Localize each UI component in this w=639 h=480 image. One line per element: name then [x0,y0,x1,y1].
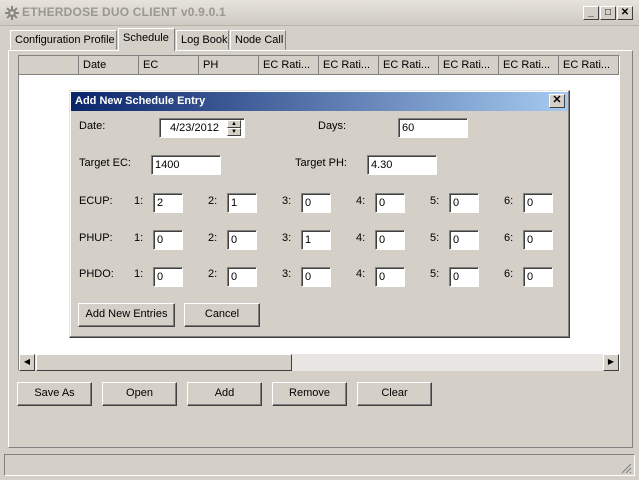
pump-number-label: 2: [208,232,218,244]
phdo-pump-1-input[interactable]: 0 [153,267,183,287]
pump-number-label: 1: [134,195,144,207]
pump-number-label: 3: [282,268,292,280]
clear-button[interactable]: Clear [357,382,432,406]
add-new-entries-button[interactable]: Add New Entries [78,303,175,327]
minimize-button[interactable]: _ [583,6,599,20]
phup-pump-2-input[interactable]: 0 [227,230,257,250]
gear-icon [5,6,19,20]
phdo-pump-5-input[interactable]: 0 [449,267,479,287]
ecup-pump-4-input[interactable]: 0 [375,193,405,213]
pump-number-label: 5: [430,195,440,207]
days-label: Days: [318,120,347,132]
phup-pump-1-input[interactable]: 0 [153,230,183,250]
status-bar [4,454,635,476]
pump-number-label: 3: [282,195,292,207]
tab-schedule[interactable]: Schedule [118,28,175,51]
ecup-pump-2-input[interactable]: 1 [227,193,257,213]
grid-column-date[interactable]: Date [79,56,139,75]
pump-number-label: 4: [356,268,366,280]
close-button[interactable]: ✕ [617,6,633,20]
ecup-pump-5-input[interactable]: 0 [449,193,479,213]
window-title: ETHERDOSE DUO CLIENT v0.9.0.1 [22,5,226,19]
add-button[interactable]: Add [187,382,262,406]
phup-pump-3-input[interactable]: 1 [301,230,331,250]
tab-configuration-profile[interactable]: Configuration Profile [10,30,117,50]
date-spinner[interactable]: ▲ ▼ [227,120,243,137]
ecup-label: ECUP: [79,195,113,207]
scrollbar-thumb[interactable] [36,354,292,371]
phdo-label: PHDO: [79,268,114,280]
grid-column-ph[interactable]: PH [199,56,259,75]
dialog-close-button[interactable]: ✕ [549,94,565,108]
dialog-title: Add New Schedule Entry [75,95,206,107]
scroll-left-button[interactable]: ◀ [19,354,35,371]
target-ph-label: Target PH: [295,157,347,169]
ecup-pump-3-input[interactable]: 0 [301,193,331,213]
target-ec-input[interactable]: 1400 [151,155,221,175]
pump-number-label: 6: [504,268,514,280]
pump-number-label: 1: [134,268,144,280]
phdo-pump-3-input[interactable]: 0 [301,267,331,287]
grid-row-header [19,56,79,75]
target-ec-label: Target EC: [79,157,131,169]
pump-number-label: 5: [430,232,440,244]
phup-pump-6-input[interactable]: 0 [523,230,553,250]
phdo-pump-2-input[interactable]: 0 [227,267,257,287]
days-input[interactable]: 60 [398,118,468,138]
pump-number-label: 5: [430,268,440,280]
pump-number-label: 2: [208,268,218,280]
pump-number-label: 2: [208,195,218,207]
save-as-button[interactable]: Save As [17,382,92,406]
pump-number-label: 6: [504,232,514,244]
tab-node-call[interactable]: Node Call [230,30,286,50]
grid-column-ec-ratio-2[interactable]: EC Rati... [319,56,379,75]
cancel-button[interactable]: Cancel [184,303,260,327]
target-ph-input[interactable]: 4.30 [367,155,437,175]
pump-number-label: 1: [134,232,144,244]
chevron-up-icon[interactable]: ▲ [227,120,241,128]
pump-number-label: 4: [356,232,366,244]
phup-label: PHUP: [79,232,113,244]
phdo-pump-6-input[interactable]: 0 [523,267,553,287]
pump-number-label: 3: [282,232,292,244]
grid-column-ec-ratio-1[interactable]: EC Rati... [259,56,319,75]
ecup-pump-6-input[interactable]: 0 [523,193,553,213]
phup-pump-5-input[interactable]: 0 [449,230,479,250]
tab-log-book[interactable]: Log Book [176,30,229,50]
pump-number-label: 4: [356,195,366,207]
open-button[interactable]: Open [102,382,177,406]
grid-column-ec-ratio-5[interactable]: EC Rati... [499,56,559,75]
chevron-down-icon[interactable]: ▼ [227,128,241,136]
date-label: Date: [79,120,106,132]
grid-column-ec[interactable]: EC [139,56,199,75]
ecup-pump-1-input[interactable]: 2 [153,193,183,213]
phup-pump-4-input[interactable]: 0 [375,230,405,250]
resize-grip-icon[interactable] [620,462,632,474]
grid-column-ec-ratio-3[interactable]: EC Rati... [379,56,439,75]
phdo-pump-4-input[interactable]: 0 [375,267,405,287]
pump-number-label: 6: [504,195,514,207]
remove-button[interactable]: Remove [272,382,347,406]
maximize-button[interactable]: □ [600,6,616,20]
scroll-right-button[interactable]: ▶ [603,354,619,371]
grid-column-ec-ratio-6[interactable]: EC Rati... [559,56,619,75]
grid-column-ec-ratio-4[interactable]: EC Rati... [439,56,499,75]
